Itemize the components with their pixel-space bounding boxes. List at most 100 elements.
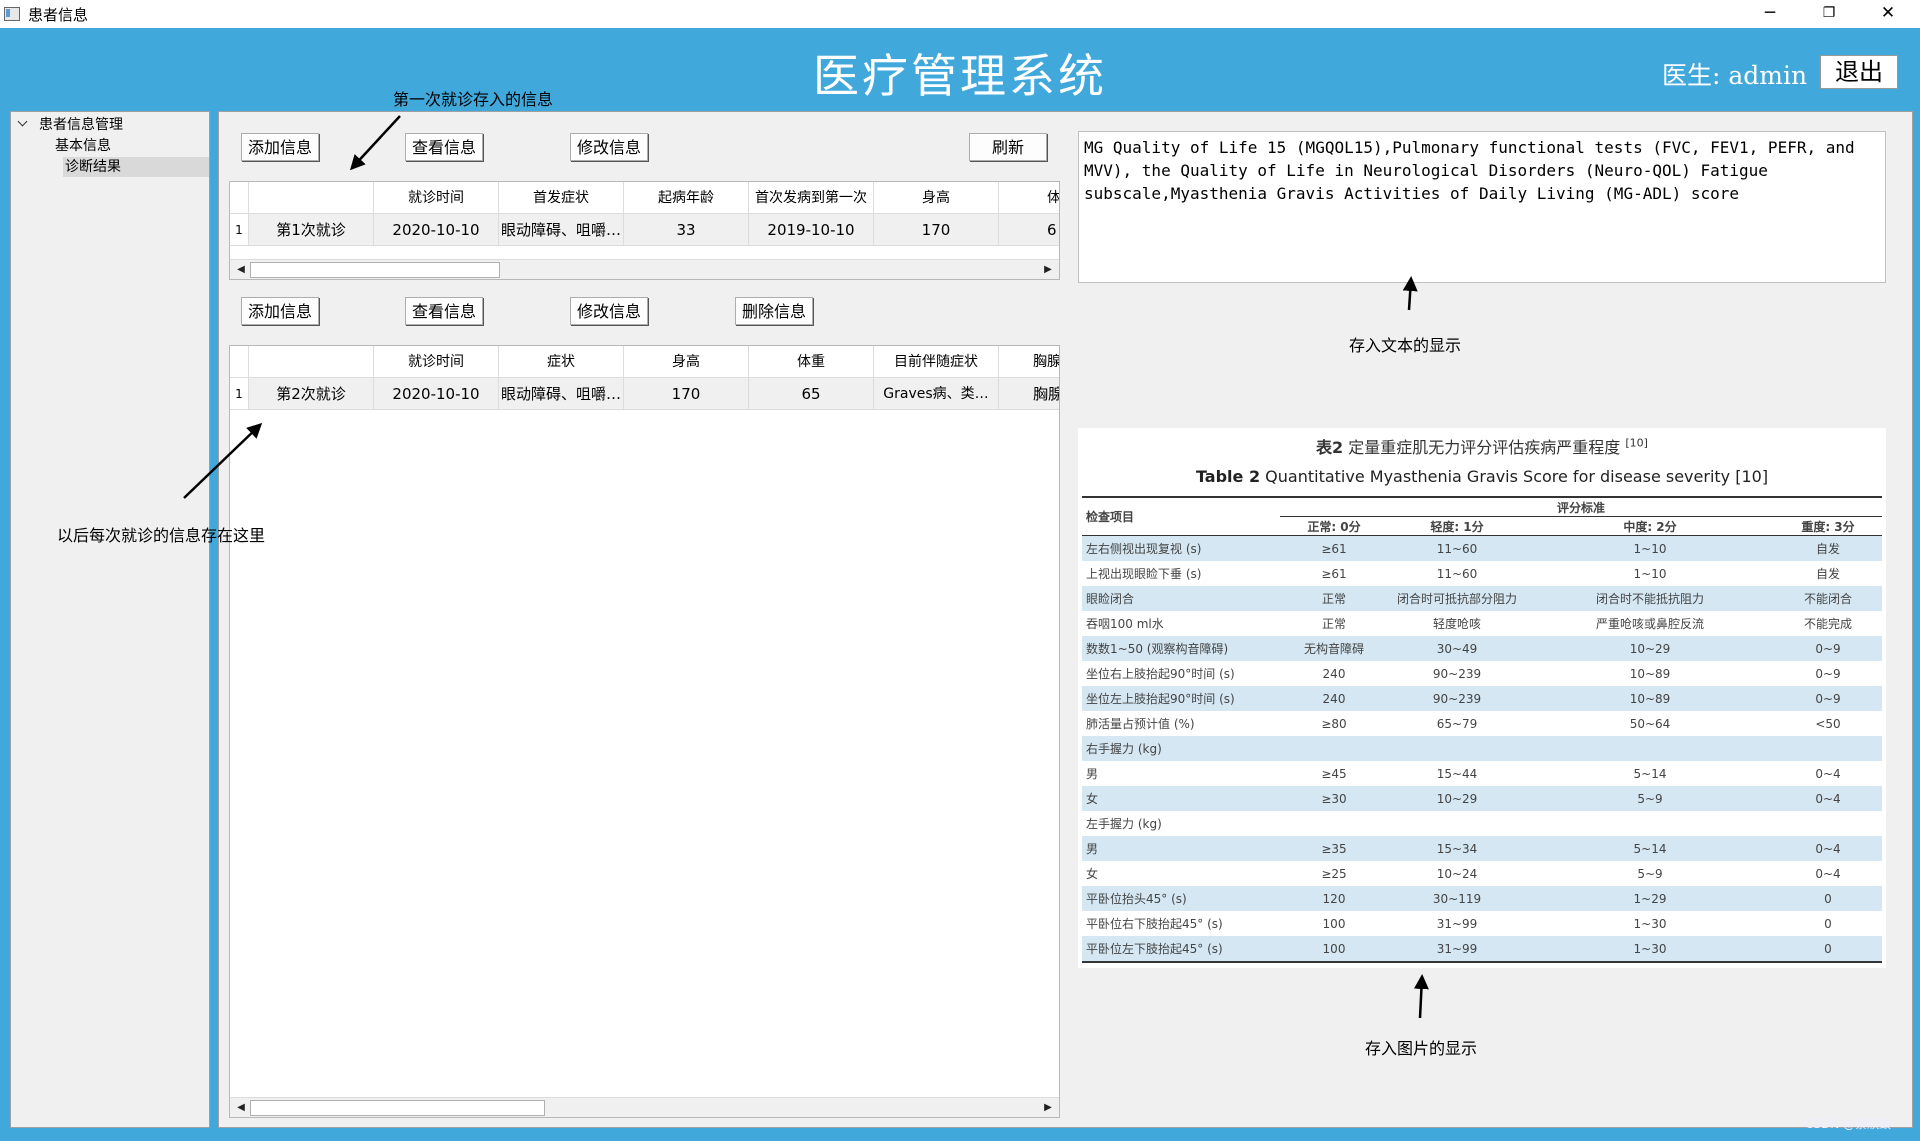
first-visit-table[interactable]: 就诊时间 首发症状 起病年龄 首次发病到第一次 身高 体 1 第1次就诊 202… (229, 181, 1060, 280)
table-cell[interactable]: 170 (624, 378, 749, 410)
scroll-thumb[interactable] (250, 1100, 545, 1116)
window-titlebar: 患者信息 ─ ❐ ✕ (0, 0, 1920, 28)
edit-info-button-1[interactable]: 修改信息 (570, 133, 648, 161)
header-cell[interactable]: 症状 (499, 346, 624, 378)
later-visits-table[interactable]: 就诊时间 症状 身高 体重 目前伴随症状 胸腺 1 第2次就诊 2020-10-… (229, 345, 1060, 1118)
score-row: 数数1~50 (观察构音障碍) 无构音障碍 30~49 10~29 0~9 (1082, 636, 1882, 661)
header-cell (230, 182, 249, 214)
delete-info-button[interactable]: 删除信息 (735, 297, 813, 325)
score-cell: 正常 (1280, 586, 1388, 611)
header-cell[interactable]: 身高 (624, 346, 749, 378)
header-cell[interactable]: 体重 (749, 346, 874, 378)
header-cell[interactable]: 首发症状 (499, 182, 624, 214)
text-display[interactable]: MG Quality of Life 15 (MGQOL15),Pulmonar… (1078, 131, 1886, 283)
table-row[interactable]: 1 第1次就诊 2020-10-10 眼动障碍、咀嚼… 33 2019-10-1… (230, 214, 1059, 246)
score-cell: 10~29 (1526, 636, 1774, 661)
restore-button[interactable]: ❐ (1800, 0, 1858, 28)
logout-button[interactable]: 退出 (1820, 55, 1898, 89)
score-cell: 0~4 (1774, 761, 1882, 786)
image-title-en-text: Quantitative Myasthenia Gravis Score for… (1265, 467, 1769, 486)
score-cell: 自发 (1774, 561, 1882, 586)
score-row: 肺活量占预计值 (%) ≥80 65~79 50~64 <50 (1082, 711, 1882, 736)
horizontal-scrollbar[interactable]: ◀ ▶ (230, 259, 1059, 279)
header-cell[interactable]: 就诊时间 (374, 182, 499, 214)
doctor-label: 医生: admin (1662, 61, 1808, 90)
score-cell (1388, 811, 1526, 836)
scroll-left-icon[interactable]: ◀ (232, 260, 250, 279)
header-cell[interactable]: 胸腺 (999, 346, 1059, 378)
header-cell[interactable]: 体 (999, 182, 1059, 214)
scroll-right-icon[interactable]: ▶ (1039, 1098, 1057, 1117)
table-cell[interactable]: 眼动障碍、咀嚼… (499, 214, 624, 246)
score-cell: 1~30 (1526, 911, 1774, 936)
table-cell[interactable]: 眼动障碍、咀嚼… (499, 378, 624, 410)
image-title-en-bold: Table 2 (1195, 467, 1261, 486)
tree-root-patient-management[interactable]: 患者信息管理 (39, 115, 123, 135)
score-cell: 男 (1082, 761, 1280, 786)
table-cell[interactable]: 胸腺 (999, 378, 1059, 410)
header-cell[interactable]: 身高 (874, 182, 999, 214)
score-cell: 0~9 (1774, 636, 1882, 661)
table-cell[interactable]: 2020-10-10 (374, 214, 499, 246)
view-info-button-1[interactable]: 查看信息 (405, 133, 483, 161)
minimize-button[interactable]: ─ (1741, 0, 1799, 28)
score-row: 眼睑闭合 正常 闭合时可抵抗部分阻力 闭合时不能抵抗阻力 不能闭合 (1082, 586, 1882, 611)
score-subheader: 中度: 2分 (1526, 516, 1774, 536)
table-cell[interactable]: Graves病、类… (874, 378, 999, 410)
score-cell: 5~14 (1526, 836, 1774, 861)
score-cell: 数数1~50 (观察构音障碍) (1082, 636, 1280, 661)
score-cell (1774, 811, 1882, 836)
score-cell: 平卧位左下肢抬起45° (s) (1082, 936, 1280, 963)
header-cell (249, 182, 374, 214)
table-cell[interactable]: 第1次就诊 (249, 214, 374, 246)
tree-item-diagnosis[interactable]: 诊断结果 (63, 157, 209, 177)
table-cell[interactable]: 第2次就诊 (249, 378, 374, 410)
score-cell: 0~4 (1774, 836, 1882, 861)
chevron-down-icon[interactable] (17, 116, 28, 127)
horizontal-scrollbar[interactable]: ◀ ▶ (230, 1097, 1059, 1117)
sidebar-tree: 患者信息管理 基本信息 诊断结果 (10, 111, 210, 1128)
close-button[interactable]: ✕ (1859, 0, 1917, 28)
score-cell (1774, 736, 1882, 761)
view-info-button-2[interactable]: 查看信息 (405, 297, 483, 325)
score-cell: 1~29 (1526, 886, 1774, 911)
header-cell (230, 346, 249, 378)
scroll-right-icon[interactable]: ▶ (1039, 260, 1057, 279)
score-cell: 1~10 (1526, 561, 1774, 586)
score-cell: 眼睑闭合 (1082, 586, 1280, 611)
table-row[interactable]: 1 第2次就诊 2020-10-10 眼动障碍、咀嚼… 170 65 Grave… (230, 378, 1059, 410)
header-cell[interactable]: 就诊时间 (374, 346, 499, 378)
score-cell: <50 (1774, 711, 1882, 736)
add-info-button-1[interactable]: 添加信息 (241, 133, 319, 161)
score-row: 男 ≥35 15~34 5~14 0~4 (1082, 836, 1882, 861)
edit-info-button-2[interactable]: 修改信息 (570, 297, 648, 325)
add-info-button-2[interactable]: 添加信息 (241, 297, 319, 325)
table-cell[interactable]: 33 (624, 214, 749, 246)
score-cell: 不能闭合 (1774, 586, 1882, 611)
score-cell: 15~44 (1388, 761, 1526, 786)
score-cell: ≥35 (1280, 836, 1388, 861)
table-cell[interactable]: 170 (874, 214, 999, 246)
table-cell[interactable]: 2019-10-10 (749, 214, 874, 246)
score-header-group: 评分标准 (1280, 496, 1882, 517)
score-cell: 闭合时可抵抗部分阻力 (1388, 586, 1526, 611)
scroll-thumb[interactable] (250, 262, 500, 278)
score-cell: 轻度呛咳 (1388, 611, 1526, 636)
header-cell[interactable]: 首次发病到第一次 (749, 182, 874, 214)
table-cell[interactable]: 6 (999, 214, 1059, 246)
image-display: 表2 定量重症肌无力评分评估疾病严重程度 [10] Table 2 Quanti… (1078, 428, 1886, 968)
scroll-left-icon[interactable]: ◀ (232, 1098, 250, 1117)
table-cell[interactable]: 2020-10-10 (374, 378, 499, 410)
score-cell: 5~14 (1526, 761, 1774, 786)
score-cell: ≥30 (1280, 786, 1388, 811)
score-cell: 0~9 (1774, 661, 1882, 686)
score-cell: 0 (1774, 936, 1882, 963)
header-cell[interactable]: 目前伴随症状 (874, 346, 999, 378)
score-cell (1280, 736, 1388, 761)
table-cell[interactable]: 65 (749, 378, 874, 410)
tree-item-basic-info[interactable]: 基本信息 (53, 136, 205, 156)
score-cell: 0 (1774, 911, 1882, 936)
header-cell[interactable]: 起病年龄 (624, 182, 749, 214)
score-cell: 右手握力 (kg) (1082, 736, 1280, 761)
refresh-button[interactable]: 刷新 (969, 133, 1047, 161)
